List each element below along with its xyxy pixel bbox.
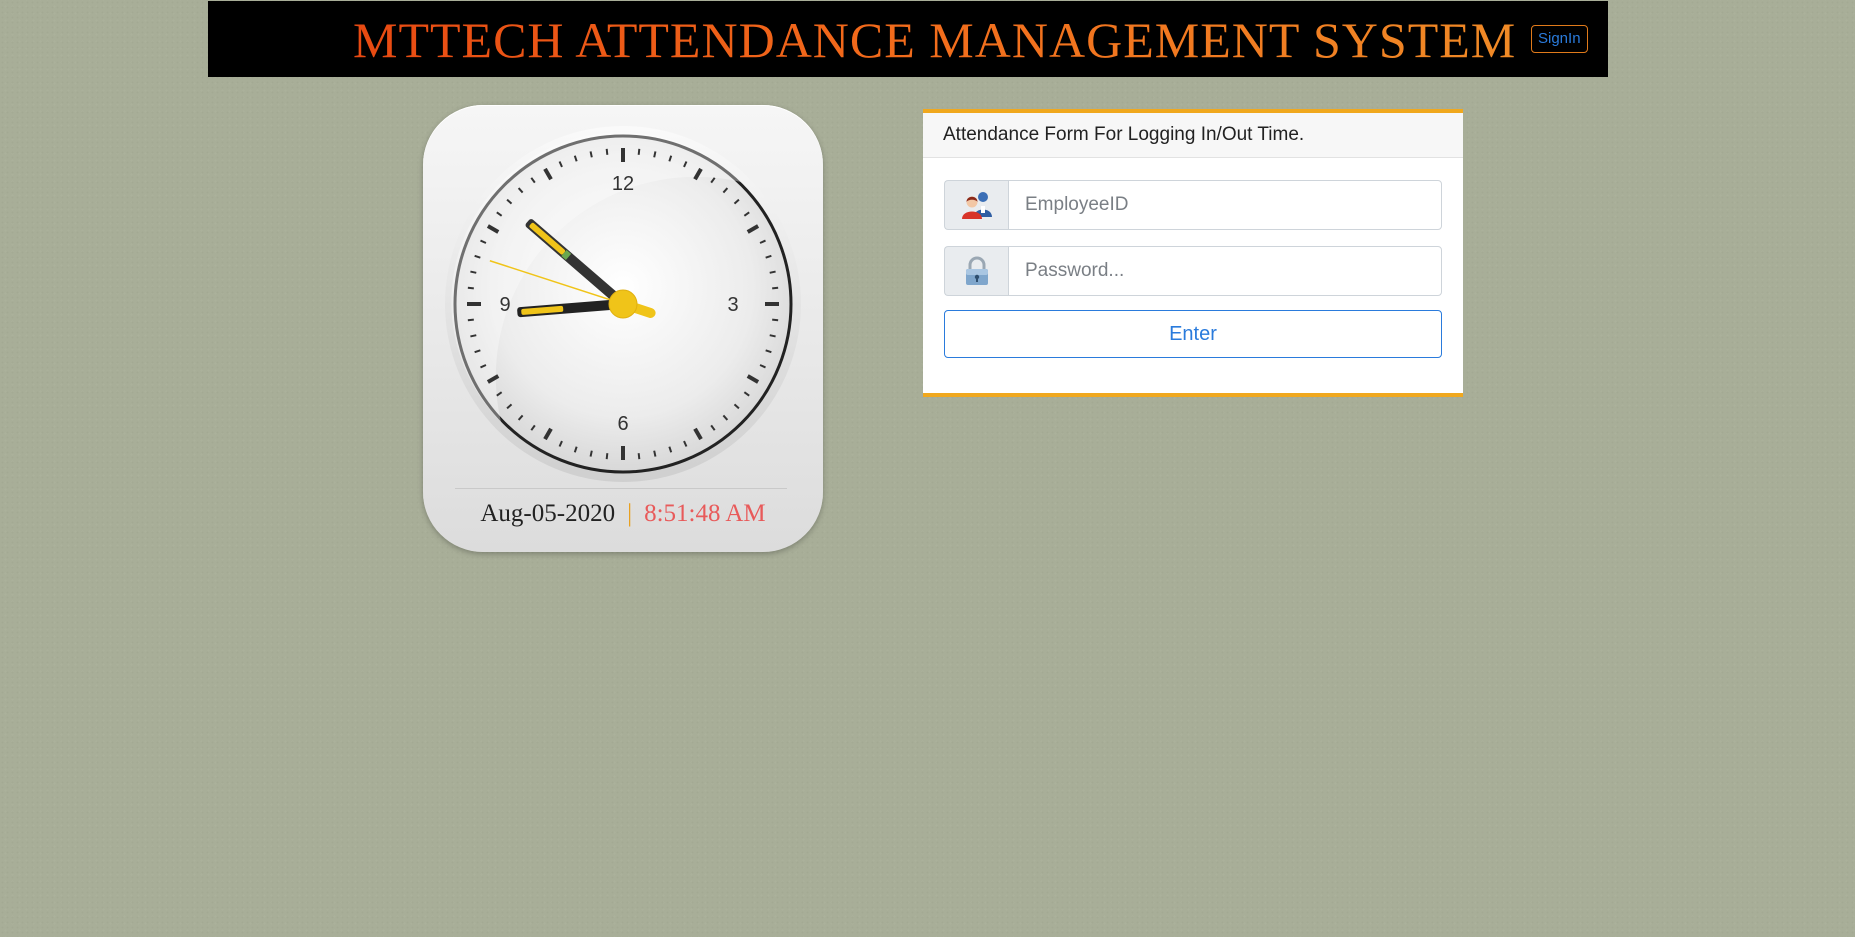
minute-tick (653, 151, 657, 158)
minute-tick (772, 318, 779, 322)
minute-tick (470, 270, 477, 274)
clock-face: 12 3 6 9 (445, 126, 801, 482)
minute-tick (589, 450, 593, 457)
minute-tick (637, 453, 641, 460)
lock-icon (944, 246, 1008, 296)
numeral-3: 3 (727, 294, 738, 316)
minute-tick (637, 148, 641, 155)
employee-id-group (944, 180, 1442, 230)
password-group (944, 246, 1442, 296)
minute-tick (605, 148, 609, 155)
clock-time: 8:51:48 AM (644, 500, 766, 527)
numeral-6: 6 (617, 413, 628, 435)
attendance-form-panel: Attendance Form For Logging In/Out Time. (923, 109, 1463, 397)
minute-tick (467, 286, 474, 290)
minute-tick (769, 334, 776, 338)
analog-clock-widget: 12 3 6 9 Aug-05-2020 | 8:51:48 AM (423, 105, 823, 552)
enter-button[interactable]: Enter (944, 310, 1442, 358)
signin-button[interactable]: SignIn (1531, 25, 1588, 53)
numeral-12: 12 (612, 173, 634, 195)
minute-tick (605, 453, 609, 460)
numeral-9: 9 (499, 294, 510, 316)
minute-tick (470, 334, 477, 338)
app-title: MTTECH ATTENDANCE MANAGEMENT SYSTEM (353, 12, 1517, 68)
clock-divider (455, 488, 787, 489)
minute-tick (589, 151, 593, 158)
minute-tick (769, 270, 776, 274)
employee-id-input[interactable] (1008, 180, 1442, 230)
clock-readout: Aug-05-2020 | 8:51:48 AM (423, 500, 823, 528)
minute-tick (467, 318, 474, 322)
clock-center-pin (608, 289, 638, 319)
password-input[interactable] (1008, 246, 1442, 296)
minute-tick (772, 286, 779, 290)
clock-date: Aug-05-2020 (480, 500, 616, 527)
form-heading: Attendance Form For Logging In/Out Time. (923, 113, 1463, 158)
top-header: MTTECH ATTENDANCE MANAGEMENT SYSTEM Sign… (208, 1, 1608, 77)
users-icon (944, 180, 1008, 230)
minute-tick (653, 450, 657, 457)
clock-separator: | (627, 500, 633, 527)
